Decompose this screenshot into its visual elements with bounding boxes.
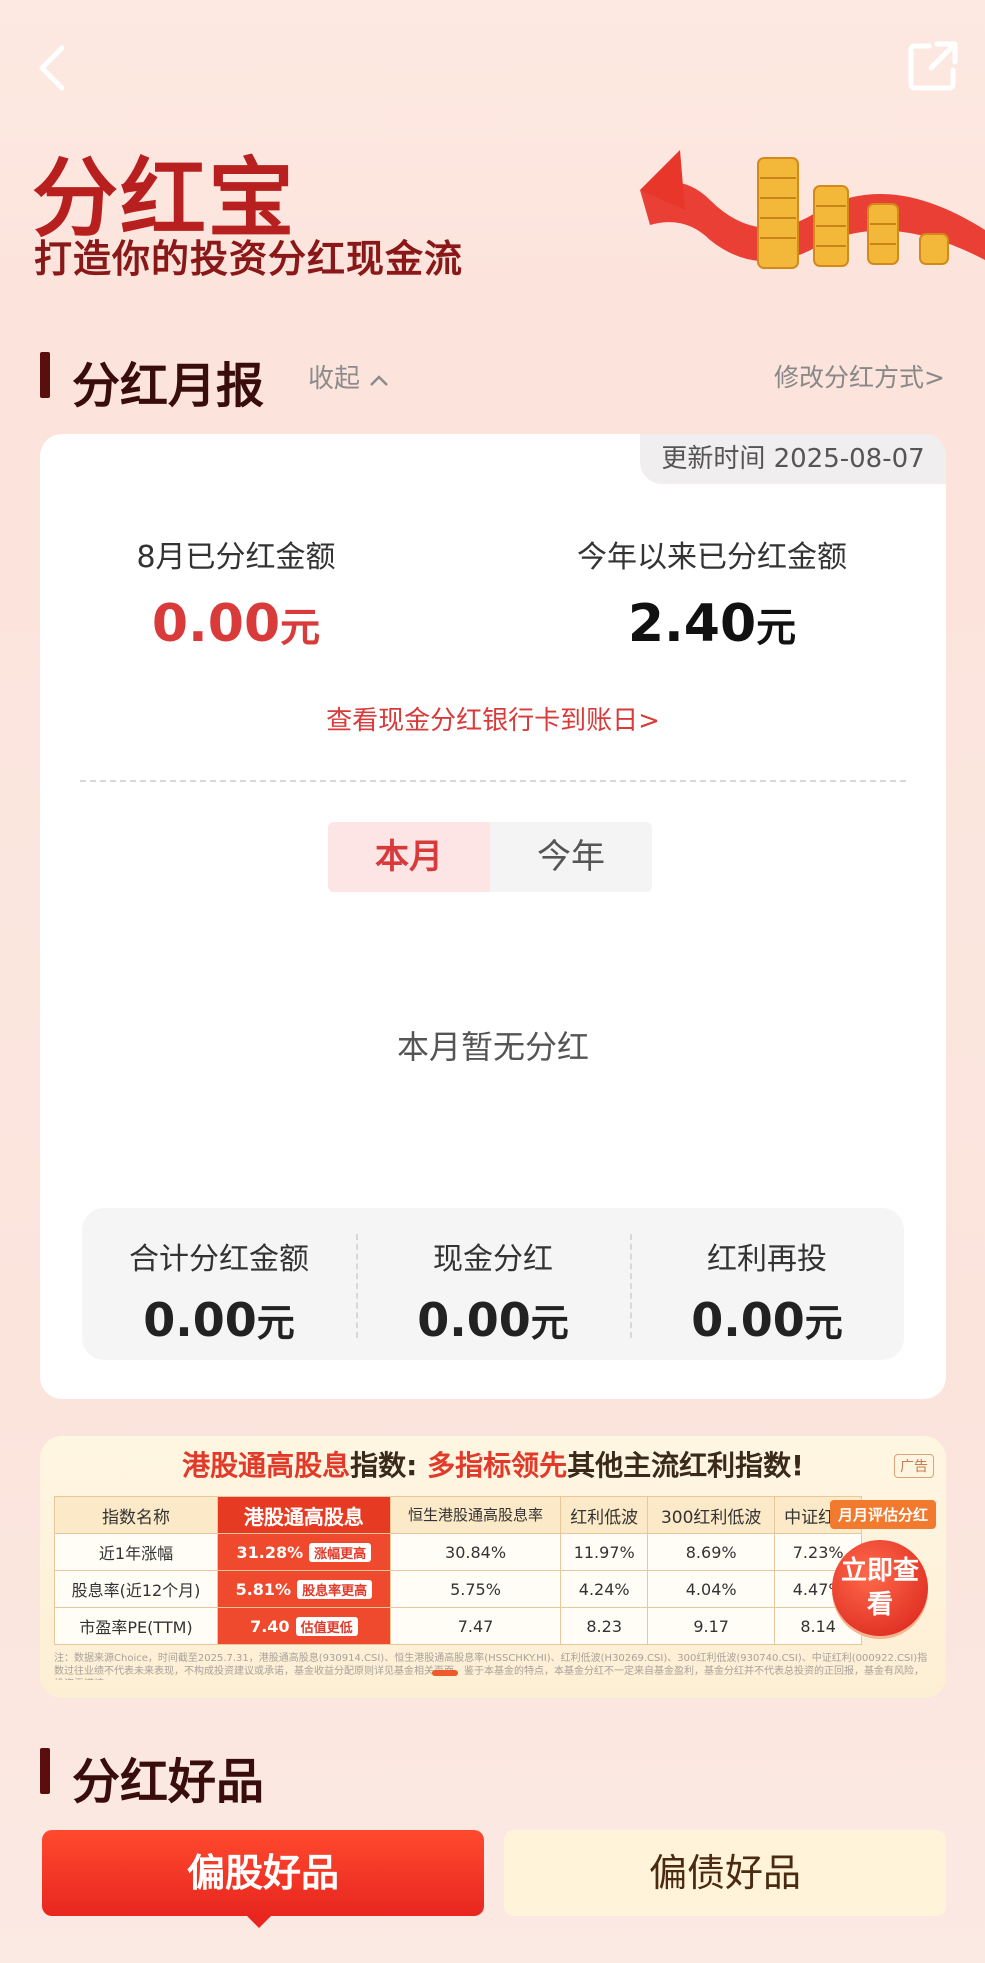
table-header: 恒生港股通高股息率 [389, 1496, 562, 1534]
total-item: 合计分红金额 0.00元 [82, 1208, 356, 1360]
year-dividend-label: 今年以来已分红金额 [577, 540, 847, 575]
section-title-goods: 分红好品 [72, 1754, 265, 1810]
month-dividend-amount: 0.00 [151, 594, 281, 654]
tab-this-year[interactable]: 今年 [490, 822, 652, 892]
index-comparison-table: 指数名称 港股通高股息 恒生港股通高股息率 红利低波 300红利低波 中证红利 … [53, 1496, 862, 1645]
table-header: 300红利低波 [646, 1496, 776, 1534]
table-cell: 市盈率PE(TTM) [53, 1607, 219, 1645]
table-row: 近1年涨幅 31.28% 涨幅更高 30.84% 11.97% 8.69% 7.2… [53, 1533, 862, 1571]
table-cell: 11.97% [560, 1533, 648, 1571]
total-value: 0.00元 [143, 1293, 295, 1347]
collapse-button[interactable]: 收起 [308, 358, 390, 395]
reinvest-label: 红利再投 [707, 1242, 827, 1277]
table-cell: 4.04% [646, 1570, 776, 1608]
section-marker [40, 352, 50, 398]
reinvest-item: 红利再投 0.00元 [630, 1208, 904, 1360]
cash-value: 0.00元 [417, 1293, 569, 1347]
table-cell: 9.17 [646, 1607, 776, 1645]
reinvest-value: 0.00元 [691, 1293, 843, 1347]
share-external-icon [908, 41, 958, 91]
ad-tag: 广告 [894, 1454, 934, 1478]
section-marker [40, 1748, 50, 1794]
empty-state-text: 本月暂无分红 [396, 1028, 589, 1066]
monthly-badge: 月月评估分红 [830, 1500, 937, 1529]
table-cell: 5.81% 股息率更高 [217, 1570, 391, 1608]
tab-equity-products[interactable]: 偏股好品 [42, 1830, 484, 1916]
table-cell: 7.47 [389, 1607, 562, 1645]
unit: 元 [280, 605, 321, 651]
table-cell: 股息率(近12个月) [53, 1570, 219, 1608]
bank-arrival-link[interactable]: 查看现金分红银行卡到账日> [40, 700, 946, 737]
tab-this-month[interactable]: 本月 [328, 822, 490, 892]
active-tab-pointer [245, 1914, 273, 1928]
year-dividend-value: 2.40元 [552, 594, 872, 654]
totals-summary: 合计分红金额 0.00元 现金分红 0.00元 红利再投 0.00元 [82, 1208, 904, 1360]
coins-arrow-illustration [640, 150, 985, 269]
table-cell: 8.23 [560, 1607, 648, 1645]
table-header: 红利低波 [560, 1496, 648, 1534]
ad-banner[interactable]: 港股通高股息指数: 多指标领先其他主流红利指数! 广告 指数名称 港股通高股息 … [40, 1436, 946, 1698]
carousel-indicator [432, 1670, 458, 1676]
back-button[interactable] [30, 38, 80, 98]
modify-dividend-method-link[interactable]: 修改分红方式> [774, 358, 945, 394]
table-cell: 近1年涨幅 [53, 1533, 219, 1571]
unit: 元 [756, 605, 797, 651]
table-row: 市盈率PE(TTM) 7.40 估值更低 7.47 8.23 9.17 8.14 [53, 1607, 862, 1645]
table-cell: 30.84% [389, 1533, 562, 1571]
view-now-button[interactable]: 立即查看 [832, 1540, 928, 1636]
cash-item: 现金分红 0.00元 [356, 1208, 630, 1360]
table-cell: 8.69% [646, 1533, 776, 1571]
divider [80, 780, 906, 782]
tab-bond-products[interactable]: 偏债好品 [504, 1830, 946, 1916]
collapse-label: 收起 [308, 364, 361, 394]
chevron-up-icon [370, 374, 389, 386]
period-tabs: 本月 今年 [328, 822, 652, 892]
share-button[interactable] [905, 38, 961, 94]
year-dividend-amount: 2.40 [627, 594, 757, 654]
table-row: 股息率(近12个月) 5.81% 股息率更高 5.75% 4.24% 4.04% … [53, 1570, 862, 1608]
total-label: 合计分红金额 [129, 1242, 309, 1277]
update-time-badge: 更新时间 2025-08-07 [640, 434, 946, 484]
table-cell: 4.24% [560, 1570, 648, 1608]
table-cell: 7.40 估值更低 [217, 1607, 391, 1645]
chevron-left-icon [39, 45, 65, 91]
table-cell: 31.28% 涨幅更高 [217, 1533, 391, 1571]
table-header: 指数名称 [53, 1496, 219, 1534]
month-dividend-label: 8月已分红金额 [136, 540, 336, 575]
ad-disclaimer: 注：数据来源Choice，时间截至2025.7.31，港股通高股息(930914… [54, 1653, 928, 1680]
cash-label: 现金分红 [433, 1242, 553, 1277]
table-cell: 5.75% [389, 1570, 562, 1608]
section-title-report: 分红月报 [72, 358, 265, 414]
ad-headline: 港股通高股息指数: 多指标领先其他主流红利指数! [182, 1449, 804, 1482]
page-subtitle: 打造你的投资分红现金流 [34, 237, 464, 281]
month-dividend-value: 0.00元 [86, 594, 386, 654]
table-header: 港股通高股息 [217, 1496, 391, 1534]
